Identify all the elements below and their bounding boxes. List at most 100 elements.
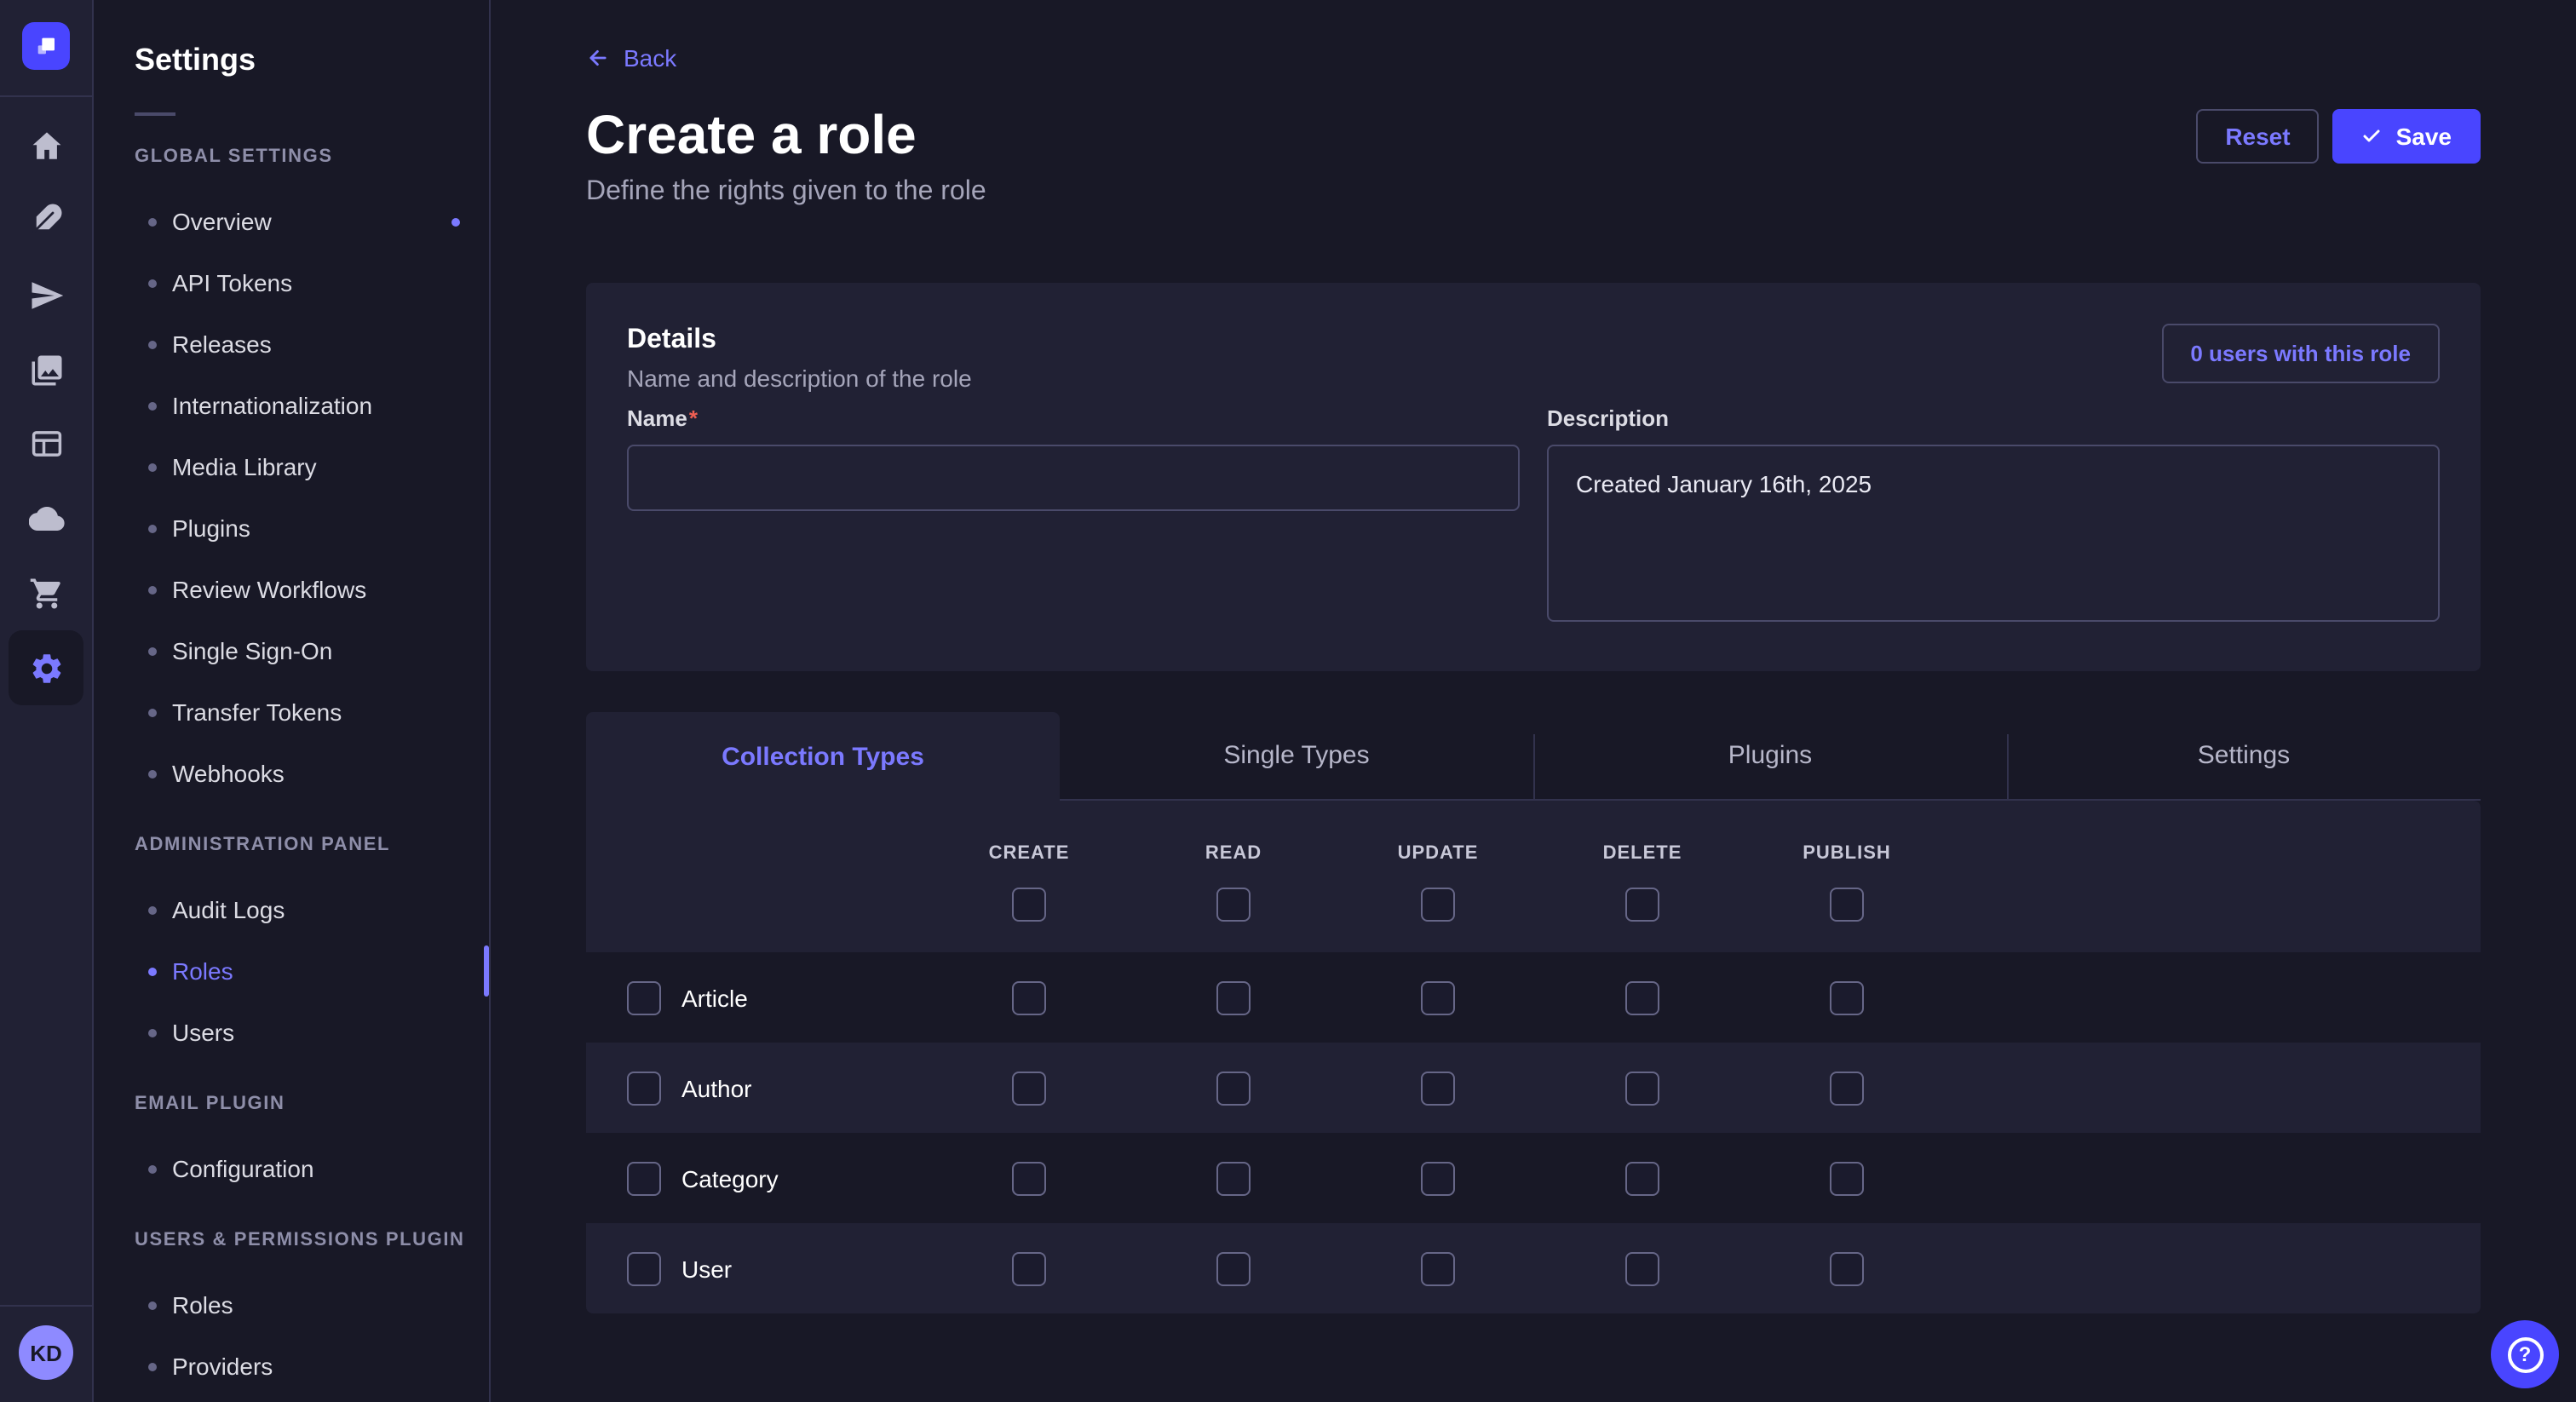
select-all-publish-checkbox[interactable] xyxy=(1830,888,1864,922)
subnav-item-overview[interactable]: Overview xyxy=(94,191,489,252)
users-with-role-button[interactable]: 0 users with this role xyxy=(2161,324,2440,383)
help-button[interactable]: ? xyxy=(2491,1320,2559,1388)
subnav-item-roles-up[interactable]: Roles xyxy=(94,1274,489,1336)
bullet xyxy=(148,340,157,348)
permissions-section: Collection Types Single Types Plugins Se… xyxy=(586,712,2481,1313)
settings-subnav: Settings GLOBAL SETTINGS Overview API To… xyxy=(94,0,491,1402)
tab-single-types[interactable]: Single Types xyxy=(1060,712,1533,801)
home-icon[interactable] xyxy=(9,107,83,182)
subnav-item-releases[interactable]: Releases xyxy=(94,313,489,375)
page-title: Create a role xyxy=(586,106,986,164)
category-read-checkbox[interactable] xyxy=(1216,1161,1251,1195)
section-administration-panel: ADMINISTRATION PANEL Audit Logs Roles Us… xyxy=(94,831,489,1063)
tab-plugins[interactable]: Plugins xyxy=(1533,712,2007,801)
back-link[interactable]: Back xyxy=(586,44,676,72)
author-delete-checkbox[interactable] xyxy=(1625,1071,1659,1105)
article-delete-checkbox[interactable] xyxy=(1625,980,1659,1014)
strapi-logo[interactable] xyxy=(22,22,70,70)
bullet xyxy=(148,1164,157,1173)
row-label: Article xyxy=(681,984,748,1011)
column-header-update: UPDATE xyxy=(1336,842,1540,865)
section-heading: GLOBAL SETTINGS xyxy=(135,143,489,170)
category-update-checkbox[interactable] xyxy=(1421,1161,1455,1195)
article-update-checkbox[interactable] xyxy=(1421,980,1455,1014)
bullet xyxy=(148,217,157,226)
select-all-create-checkbox[interactable] xyxy=(1012,888,1046,922)
subnav-item-internationalization[interactable]: Internationalization xyxy=(94,375,489,436)
paper-plane-icon[interactable] xyxy=(9,257,83,332)
reset-button[interactable]: Reset xyxy=(2196,109,2319,164)
subnav-item-audit-logs[interactable]: Audit Logs xyxy=(94,879,489,940)
user-read-checkbox[interactable] xyxy=(1216,1251,1251,1285)
name-input[interactable] xyxy=(627,445,1520,511)
permission-row-user: User xyxy=(586,1223,2481,1313)
select-all-delete-checkbox[interactable] xyxy=(1625,888,1659,922)
user-create-checkbox[interactable] xyxy=(1012,1251,1046,1285)
row-select-checkbox[interactable] xyxy=(627,980,661,1014)
subnav-item-webhooks[interactable]: Webhooks xyxy=(94,743,489,804)
category-publish-checkbox[interactable] xyxy=(1830,1161,1864,1195)
permissions-tabs: Collection Types Single Types Plugins Se… xyxy=(586,712,2481,801)
subnav-item-configuration[interactable]: Configuration xyxy=(94,1138,489,1199)
subnav-item-single-sign-on[interactable]: Single Sign-On xyxy=(94,620,489,681)
bullet xyxy=(148,769,157,778)
bullet xyxy=(148,967,157,975)
save-button[interactable]: Save xyxy=(2333,109,2481,164)
bullet xyxy=(148,1028,157,1037)
permission-row-article: Article xyxy=(586,952,2481,1043)
arrow-left-icon xyxy=(586,46,610,70)
user-update-checkbox[interactable] xyxy=(1421,1251,1455,1285)
subnav-item-media-library[interactable]: Media Library xyxy=(94,436,489,497)
description-textarea[interactable]: Created January 16th, 2025 xyxy=(1547,445,2440,622)
name-label: Name* xyxy=(627,405,698,431)
article-create-checkbox[interactable] xyxy=(1012,980,1046,1014)
tab-settings[interactable]: Settings xyxy=(2007,712,2481,801)
row-select-checkbox[interactable] xyxy=(627,1251,661,1285)
author-publish-checkbox[interactable] xyxy=(1830,1071,1864,1105)
subnav-item-plugins[interactable]: Plugins xyxy=(94,497,489,559)
tab-collection-types[interactable]: Collection Types xyxy=(586,712,1060,801)
permission-row-category: Category xyxy=(586,1133,2481,1223)
article-read-checkbox[interactable] xyxy=(1216,980,1251,1014)
select-all-update-checkbox[interactable] xyxy=(1421,888,1455,922)
subnav-item-transfer-tokens[interactable]: Transfer Tokens xyxy=(94,681,489,743)
permission-row-author: Author xyxy=(586,1043,2481,1133)
description-field-group: Description Created January 16th, 2025 xyxy=(1547,404,2440,630)
row-select-checkbox[interactable] xyxy=(627,1071,661,1105)
user-delete-checkbox[interactable] xyxy=(1625,1251,1659,1285)
category-create-checkbox[interactable] xyxy=(1012,1161,1046,1195)
feather-pen-icon[interactable] xyxy=(9,181,83,256)
select-all-read-checkbox[interactable] xyxy=(1216,888,1251,922)
column-header-create: CREATE xyxy=(927,842,1131,865)
bullet xyxy=(148,1301,157,1309)
author-create-checkbox[interactable] xyxy=(1012,1071,1046,1105)
author-update-checkbox[interactable] xyxy=(1421,1071,1455,1105)
article-publish-checkbox[interactable] xyxy=(1830,980,1864,1014)
settings-gear-icon[interactable] xyxy=(9,630,83,705)
description-label: Description xyxy=(1547,405,1669,431)
author-read-checkbox[interactable] xyxy=(1216,1071,1251,1105)
permissions-table: CREATE READ UPDATE DELETE PUBLISH xyxy=(586,801,2481,1313)
nav-bottom-divider xyxy=(0,1305,92,1307)
layout-panel-icon[interactable] xyxy=(9,405,83,480)
bullet xyxy=(148,646,157,655)
subnav-item-providers[interactable]: Providers xyxy=(94,1336,489,1397)
bullet xyxy=(148,463,157,471)
marketplace-cart-icon[interactable] xyxy=(9,555,83,630)
section-heading: USERS & PERMISSIONS PLUGIN xyxy=(135,1227,489,1254)
section-heading: EMAIL PLUGIN xyxy=(135,1090,489,1118)
user-publish-checkbox[interactable] xyxy=(1830,1251,1864,1285)
name-field-group: Name* xyxy=(627,404,1520,630)
cloud-icon[interactable] xyxy=(9,480,83,555)
subnav-item-users[interactable]: Users xyxy=(94,1002,489,1063)
subnav-item-roles-admin[interactable]: Roles xyxy=(94,940,489,1002)
subnav-item-api-tokens[interactable]: API Tokens xyxy=(94,252,489,313)
subnav-item-review-workflows[interactable]: Review Workflows xyxy=(94,559,489,620)
strapi-logo-icon xyxy=(32,32,60,60)
row-select-checkbox[interactable] xyxy=(627,1161,661,1195)
permissions-table-header: CREATE READ UPDATE DELETE PUBLISH xyxy=(586,801,2481,952)
user-avatar[interactable]: KD xyxy=(19,1325,73,1380)
category-delete-checkbox[interactable] xyxy=(1625,1161,1659,1195)
section-heading: ADMINISTRATION PANEL xyxy=(135,831,489,859)
media-library-icon[interactable] xyxy=(9,332,83,407)
